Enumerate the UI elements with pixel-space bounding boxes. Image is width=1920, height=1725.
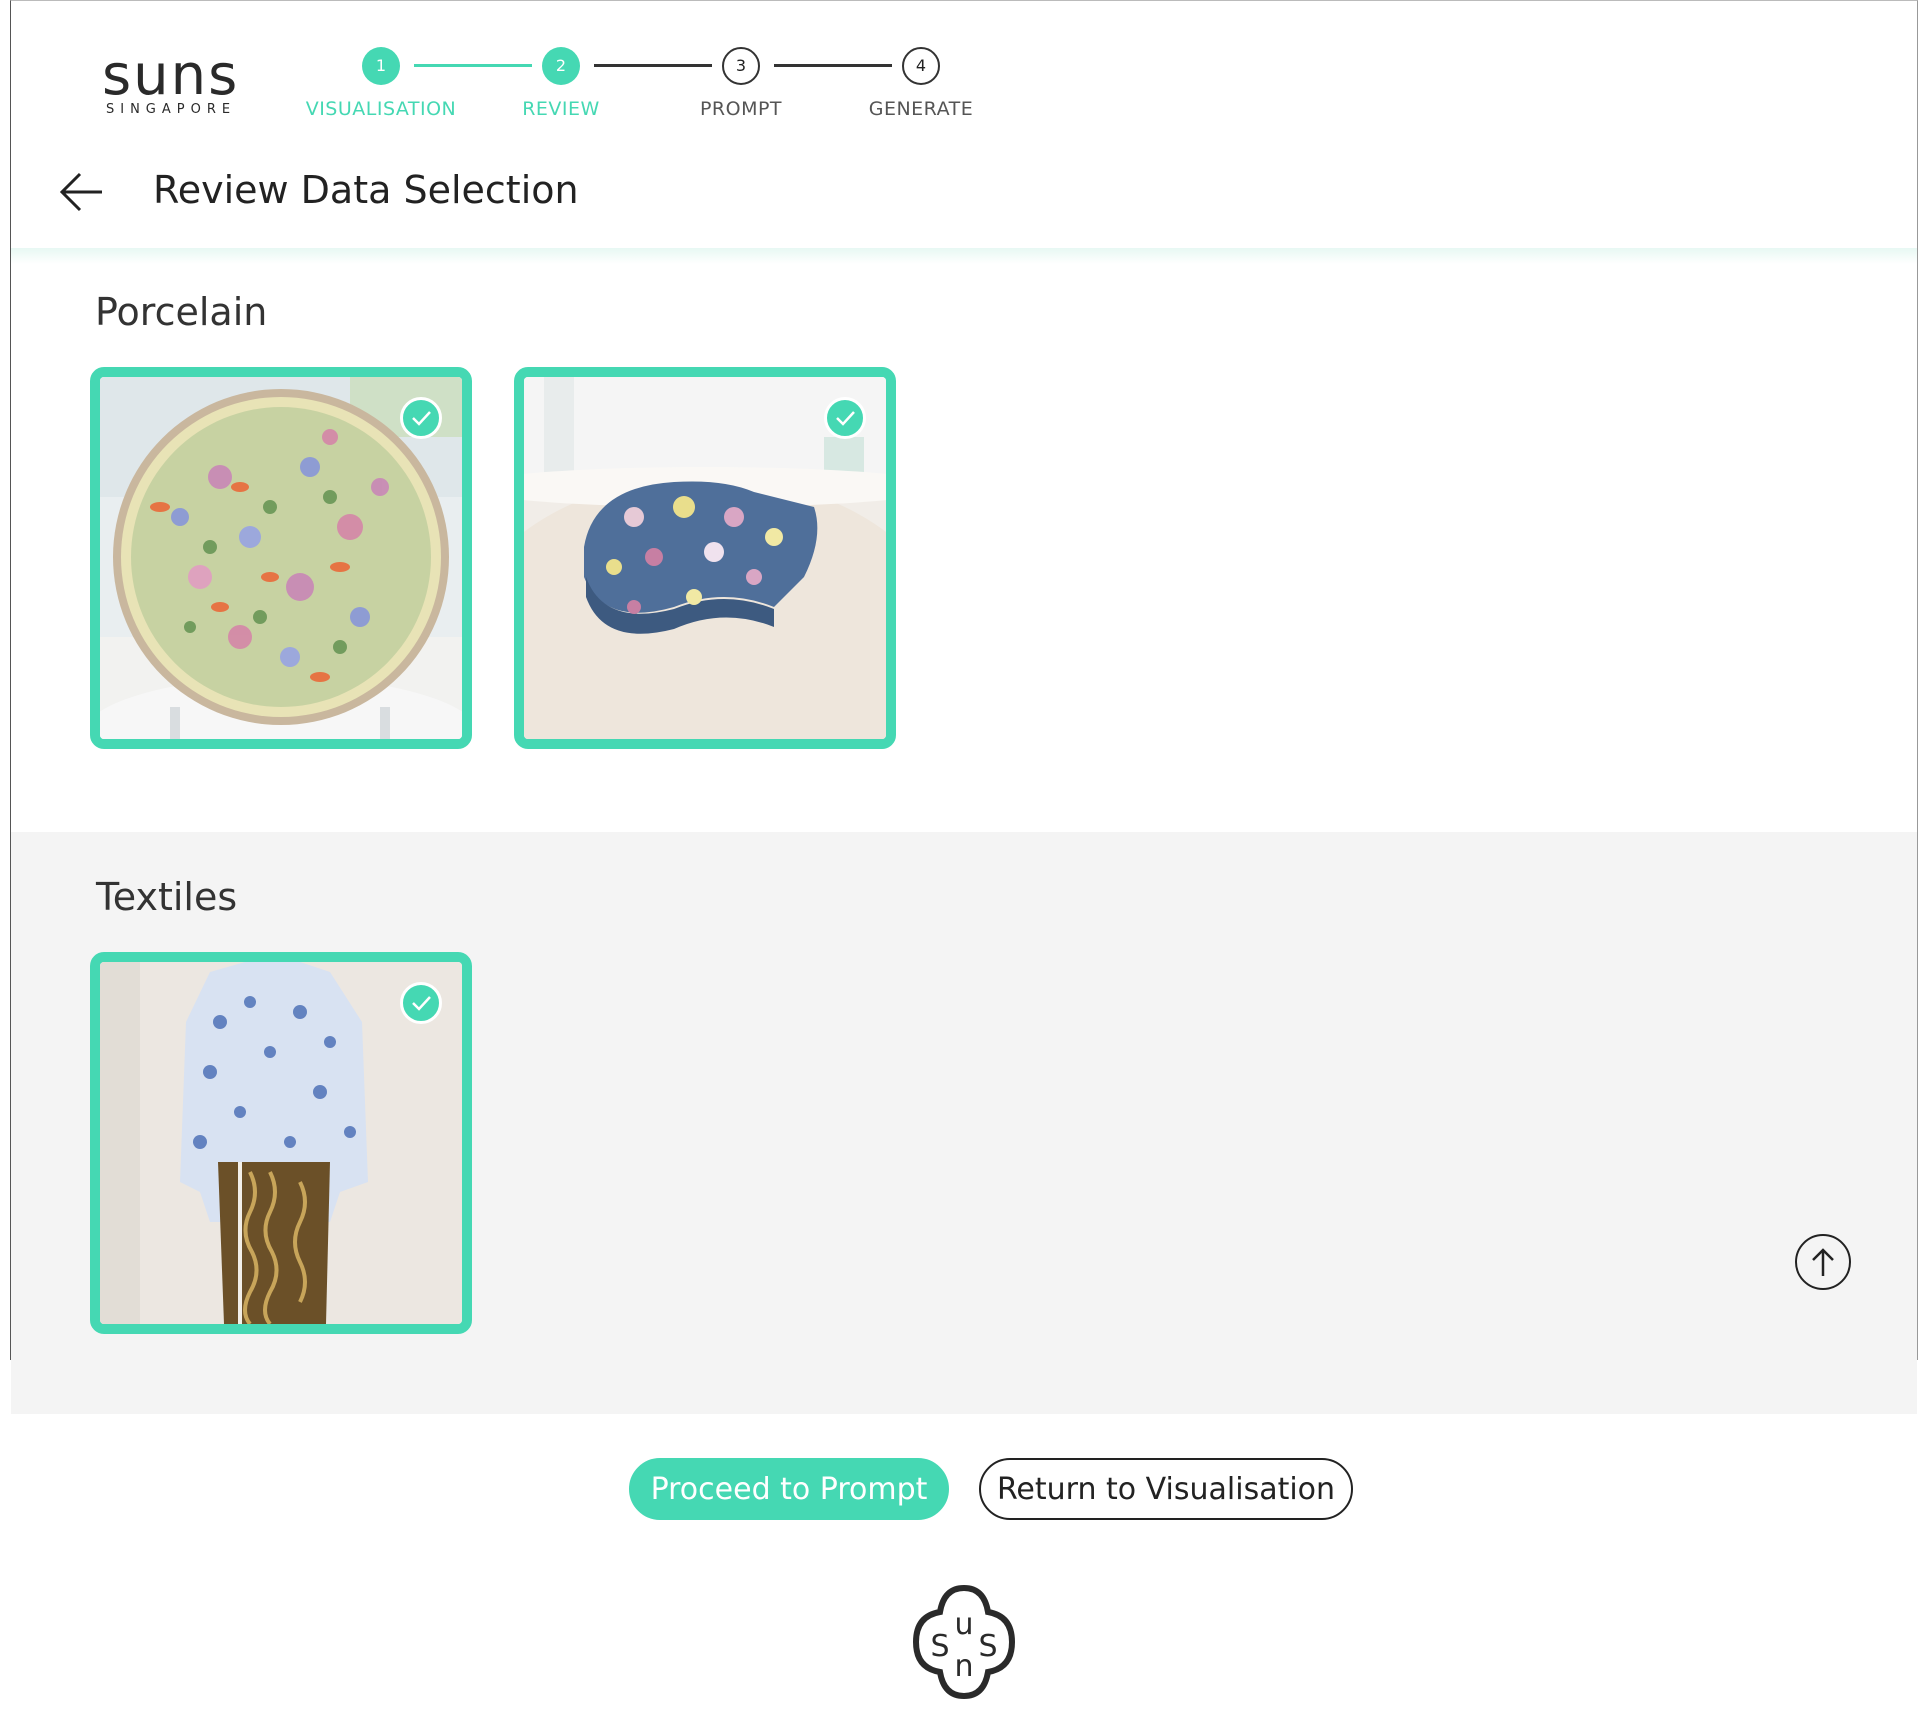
- step-connector-2: [594, 64, 712, 67]
- image-card-plate[interactable]: [90, 367, 472, 749]
- return-to-visualisation-button[interactable]: Return to Visualisation: [979, 1458, 1353, 1520]
- step-1-label[interactable]: VISUALISATION: [281, 98, 481, 120]
- arrow-up-circle-icon[interactable]: [1795, 1234, 1851, 1290]
- progress-stepper: 1 2 3 4 VISUALISATION REVIEW PROMPT GENE…: [0, 0, 1920, 130]
- svg-text:n: n: [954, 1649, 973, 1684]
- svg-text:S: S: [978, 1629, 997, 1664]
- step-4-label[interactable]: GENERATE: [821, 98, 1021, 120]
- check-icon[interactable]: [400, 397, 442, 439]
- proceed-to-prompt-button[interactable]: Proceed to Prompt: [629, 1458, 949, 1520]
- step-3-indicator[interactable]: 3: [722, 47, 760, 85]
- step-4-indicator[interactable]: 4: [902, 47, 940, 85]
- check-icon[interactable]: [400, 982, 442, 1024]
- image-card-kebaya[interactable]: [90, 952, 472, 1334]
- step-2-label[interactable]: REVIEW: [461, 98, 661, 120]
- step-connector-1: [414, 64, 532, 67]
- page-title: Review Data Selection: [153, 168, 579, 212]
- section-title-textiles: Textiles: [96, 875, 238, 919]
- step-2-indicator[interactable]: 2: [542, 47, 580, 85]
- step-connector-3: [774, 64, 892, 67]
- step-3-label[interactable]: PROMPT: [641, 98, 841, 120]
- check-icon[interactable]: [824, 397, 866, 439]
- arrow-left-icon[interactable]: [59, 172, 104, 212]
- svg-text:S: S: [930, 1629, 949, 1664]
- svg-text:u: u: [954, 1607, 973, 1642]
- image-card-box[interactable]: [514, 367, 896, 749]
- step-1-indicator[interactable]: 1: [362, 47, 400, 85]
- suns-emblem-logo: u S S n: [904, 1582, 1024, 1702]
- header-divider: [11, 248, 1917, 264]
- section-title-porcelain: Porcelain: [95, 290, 268, 334]
